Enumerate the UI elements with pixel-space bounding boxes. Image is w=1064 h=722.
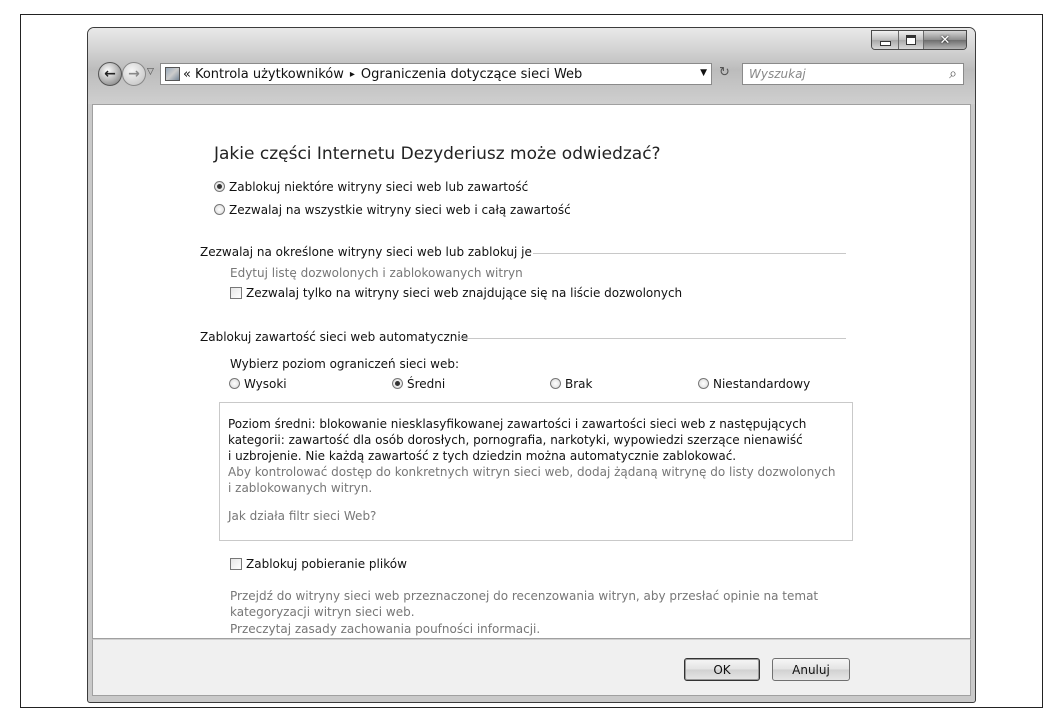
radio-selected-icon[interactable] [392,378,403,389]
radio-unselected-icon[interactable] [698,378,709,389]
section-allowed-sites-heading: Zezwalaj na określone witryny sieci web … [200,245,532,259]
radio-allow-all[interactable]: Zezwalaj na wszystkie witryny sieci web … [214,203,571,217]
close-icon: ✕ [939,32,951,48]
allowed-only-checkbox[interactable]: Zezwalaj tylko na witryny sieci web znaj… [230,286,682,300]
section-divider [533,253,846,254]
breadcrumb-web-restrictions[interactable]: Ograniczenia dotyczące sieci Web [361,67,582,82]
back-arrow-icon: ← [104,66,116,82]
manage-sites-link[interactable]: Aby kontrolować dostęp do konkretnych wi… [228,465,836,479]
title-bar: ✕ ← → ▽ « Kontrola użytkowników ▸ Ograni… [88,28,975,104]
privacy-link[interactable]: Przeczytaj zasady zachowania poufności i… [230,622,540,636]
radio-unselected-icon[interactable] [550,378,561,389]
radio-selected-icon[interactable] [214,181,225,192]
filter-help-link[interactable]: Jak działa filtr sieci Web? [228,509,376,523]
level-description-box: Poziom średni: blokowanie niesklasyfikow… [219,402,853,541]
page-title: Jakie części Internetu Dezyderiusz może … [214,144,661,164]
block-downloads-label[interactable]: Zablokuj pobieranie plików [246,557,407,571]
edit-list-link[interactable]: Edytuj listę dozwolonych i zablokowanych… [230,266,523,280]
description-line: i uzbrojenie. Nie każdą zawartość z tych… [228,449,737,463]
refresh-icon[interactable]: ↻ [719,65,730,80]
forward-button[interactable]: → [122,62,146,86]
forward-arrow-icon: → [128,66,140,82]
maximize-button[interactable] [898,31,923,49]
manage-sites-link-cont[interactable]: i zablokowanych witryn. [228,481,372,495]
breadcrumb-user-accounts[interactable]: Kontrola użytkowników [195,67,344,82]
close-button[interactable]: ✕ [923,31,966,49]
search-placeholder: Wyszukaj [749,67,806,81]
radio-block-some-label[interactable]: Zablokuj niektóre witryny sieci web lub … [229,180,528,194]
description-line: Poziom średni: blokowanie niesklasyfikow… [228,417,807,431]
search-input[interactable]: Wyszukaj ⌕ [742,63,964,85]
parental-controls-window: ✕ ← → ▽ « Kontrola użytkowników ▸ Ograni… [87,27,976,703]
minimize-icon [879,40,891,46]
window-controls: ✕ [871,30,967,50]
restriction-level-label: Wybierz poziom ograniczeń sieci web: [230,357,460,371]
radio-unselected-icon[interactable] [214,204,225,215]
level-high-radio[interactable]: Wysoki [229,377,287,391]
breadcrumb-overflow[interactable]: « [183,67,191,82]
ok-button[interactable]: OK [684,658,760,681]
breadcrumb-separator-icon[interactable]: ▸ [350,69,355,80]
level-medium-radio[interactable]: Średni [392,377,445,391]
maximize-icon [906,35,916,45]
address-bar[interactable]: « Kontrola użytkowników ▸ Ograniczenia d… [160,63,712,85]
back-button[interactable]: ← [98,62,122,86]
description-line: kategorii: zawartość dla osób dorosłych,… [228,433,803,447]
control-panel-icon [165,67,180,81]
level-none-radio[interactable]: Brak [550,377,592,391]
block-downloads-checkbox[interactable]: Zablokuj pobieranie plików [230,557,407,571]
dialog-footer: OK Anuluj [92,639,971,696]
section-auto-block-heading: Zablokuj zawartość sieci web automatyczn… [200,330,469,344]
address-dropdown-icon[interactable]: ▼ [700,68,707,78]
radio-block-some[interactable]: Zablokuj niektóre witryny sieci web lub … [214,180,528,194]
content-area: Jakie części Internetu Dezyderiusz może … [92,104,971,639]
minimize-button[interactable] [872,31,898,49]
recent-pages-dropdown[interactable]: ▽ [147,67,154,77]
review-sites-link-cont[interactable]: kategoryzacji witryn sieci web. [230,605,415,619]
level-high-label[interactable]: Wysoki [244,377,287,391]
checkbox-icon[interactable] [230,558,242,570]
cancel-button[interactable]: Anuluj [772,658,850,681]
checkbox-icon[interactable] [230,287,242,299]
allowed-only-label[interactable]: Zezwalaj tylko na witryny sieci web znaj… [246,286,682,300]
navigation-bar: ← → ▽ « Kontrola użytkowników ▸ Ogranicz… [94,61,969,87]
level-custom-label[interactable]: Niestandardowy [713,377,810,391]
review-sites-link[interactable]: Przejdź do witryny sieci web przeznaczon… [230,589,818,603]
level-custom-radio[interactable]: Niestandardowy [698,377,810,391]
level-none-label[interactable]: Brak [565,377,592,391]
section-divider [459,338,846,339]
radio-allow-all-label[interactable]: Zezwalaj na wszystkie witryny sieci web … [229,203,571,217]
search-icon[interactable]: ⌕ [949,66,957,82]
radio-unselected-icon[interactable] [229,378,240,389]
level-medium-label[interactable]: Średni [407,377,445,391]
